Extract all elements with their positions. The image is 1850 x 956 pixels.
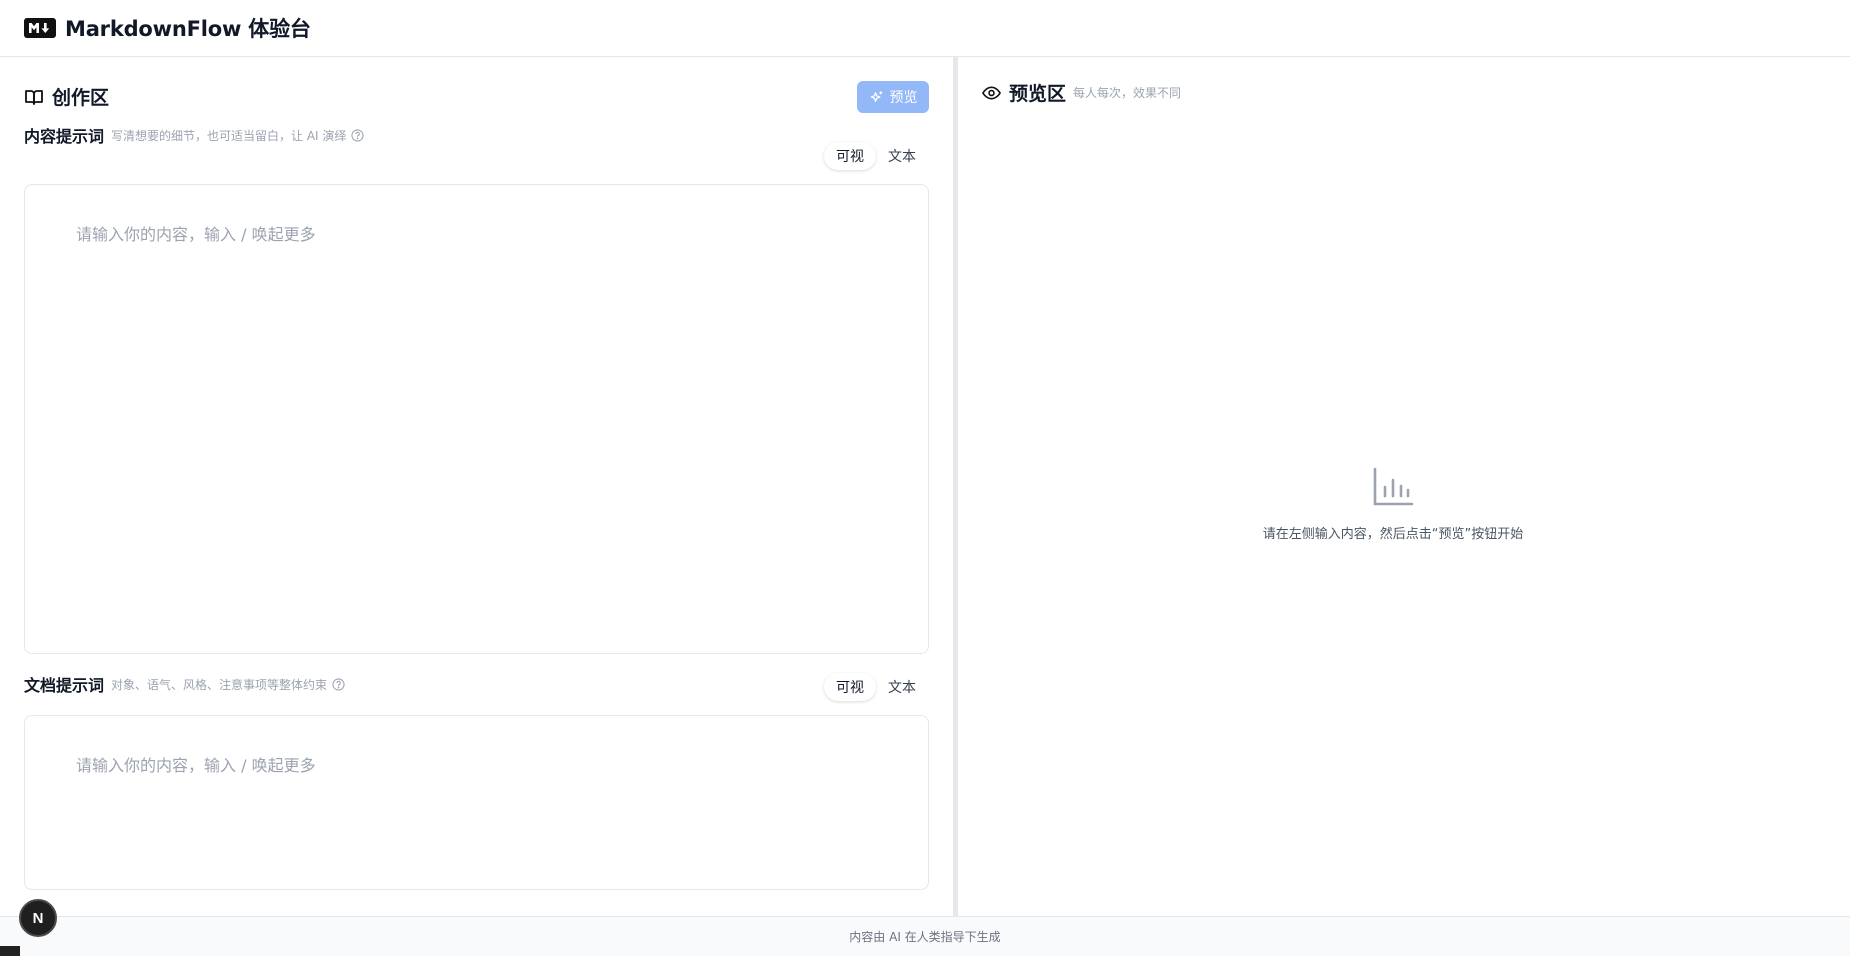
preview-empty-state: 请在左侧输入内容，然后点击“预览”按钮开始 bbox=[893, 467, 1850, 542]
corner-tab bbox=[0, 946, 20, 956]
content-prompt-visual-tab[interactable]: 可视 bbox=[824, 142, 876, 170]
content-prompt-hint: 写清想要的细节，也可适当留白，让 AI 演绎 bbox=[111, 128, 347, 143]
document-prompt-label: 文档提示词 bbox=[24, 676, 105, 695]
badge-letter: N bbox=[32, 909, 44, 927]
book-icon bbox=[24, 88, 44, 106]
document-prompt-mode-toggle: 可视 文本 bbox=[824, 672, 930, 702]
preview-button[interactable]: 预览 bbox=[857, 81, 929, 113]
preview-button-label: 预览 bbox=[889, 90, 918, 106]
document-prompt-label-row: 文档提示词 对象、语气、风格、注意事项等整体约束 bbox=[24, 673, 345, 695]
content-prompt-mode-toggle: 可视 文本 bbox=[824, 141, 930, 171]
preview-title: 预览区 bbox=[1009, 83, 1067, 105]
bar-chart-icon bbox=[1372, 467, 1414, 509]
document-prompt-text-tab[interactable]: 文本 bbox=[876, 673, 928, 701]
preview-empty-message: 请在左侧输入内容，然后点击“预览”按钮开始 bbox=[1262, 527, 1524, 542]
app-header: MarkdownFlow 体验台 bbox=[0, 0, 1850, 57]
help-circle-icon[interactable] bbox=[351, 128, 364, 142]
authoring-heading: 创作区 bbox=[24, 83, 109, 110]
content-prompt-label-row: 内容提示词 写清想要的细节，也可适当留白，让 AI 演绎 bbox=[24, 124, 364, 146]
eye-icon bbox=[982, 85, 1001, 100]
document-prompt-editor[interactable]: 请输入你的内容，输入 / 唤起更多 bbox=[24, 715, 929, 890]
help-circle-icon[interactable] bbox=[332, 677, 345, 691]
content-prompt-label: 内容提示词 bbox=[24, 127, 105, 146]
authoring-title: 创作区 bbox=[52, 87, 110, 109]
content-prompt-text-tab[interactable]: 文本 bbox=[876, 142, 928, 170]
authoring-panel: 创作区 预览 内容提示词 写清想要的细节，也可适当留白，让 AI 演绎 可视 文… bbox=[0, 57, 953, 916]
document-prompt-visual-tab[interactable]: 可视 bbox=[824, 673, 876, 701]
footer-disclaimer: 内容由 AI 在人类指导下生成 bbox=[849, 930, 1001, 944]
content-prompt-editor[interactable]: 请输入你的内容，输入 / 唤起更多 bbox=[24, 184, 929, 654]
preview-heading: 预览区 每人每次，效果不同 bbox=[982, 79, 1181, 106]
content-prompt-placeholder: 请输入你的内容，输入 / 唤起更多 bbox=[76, 225, 316, 244]
document-prompt-hint: 对象、语气、风格、注意事项等整体约束 bbox=[111, 677, 328, 692]
preview-panel: 预览区 每人每次，效果不同 请在左侧输入内容，然后点击“预览”按钮开始 bbox=[958, 57, 1850, 916]
sparkles-icon bbox=[869, 90, 884, 105]
app-title: MarkdownFlow 体验台 bbox=[65, 17, 311, 41]
preview-subtitle: 每人每次，效果不同 bbox=[1073, 86, 1182, 100]
markdown-logo-icon bbox=[24, 18, 56, 38]
footer: 内容由 AI 在人类指导下生成 bbox=[0, 916, 1850, 956]
devtools-badge[interactable]: N bbox=[19, 899, 57, 937]
document-prompt-placeholder: 请输入你的内容，输入 / 唤起更多 bbox=[76, 756, 316, 775]
